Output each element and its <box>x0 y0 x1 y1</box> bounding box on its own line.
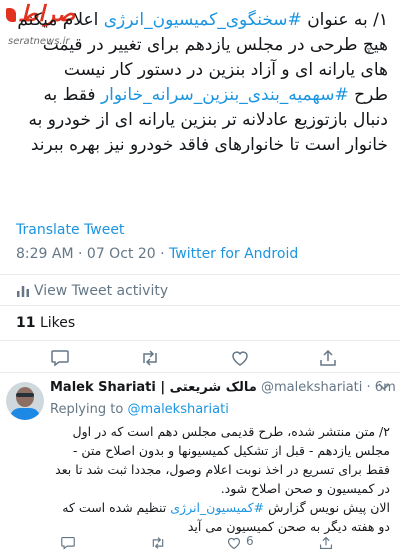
likes-count[interactable]: 11 Likes <box>16 315 75 331</box>
reply-tweet[interactable]: Malek Shariati | مالک شریعتی @malekshari… <box>0 372 400 557</box>
reply-actions: 6 <box>0 534 400 554</box>
tweet-paragraph-1: ۱/ به عنوان #سخنگوی_کمیسیون_انرژی اعلام … <box>14 8 388 83</box>
reply-text-segment: الان پیش نویس گزارش <box>264 500 390 515</box>
like-icon[interactable] <box>226 536 242 550</box>
divider <box>0 274 400 275</box>
tweet-actions <box>0 343 400 373</box>
likes-label: Likes <box>39 315 76 331</box>
hashtag-link[interactable]: #سخنگوی_کمیسیون_انرژی <box>104 10 302 30</box>
avatar-head <box>16 387 34 407</box>
activity-chart-icon <box>17 286 29 297</box>
share-icon[interactable] <box>318 349 338 367</box>
reply-paragraph-1: ۲/ متن منتشر شده، طرح قدیمی مجلس دهم است… <box>55 424 390 496</box>
meta-separator: · <box>73 246 87 262</box>
avatar-body <box>10 408 40 420</box>
chevron-down-icon[interactable] <box>378 382 390 392</box>
reply-icon[interactable] <box>50 349 70 367</box>
divider <box>0 340 400 341</box>
reply-text: ۲/ متن منتشر شده، طرح قدیمی مجلس دهم است… <box>48 422 390 536</box>
retweet-icon[interactable] <box>140 349 160 367</box>
activity-label: View Tweet activity <box>34 283 169 299</box>
reply-author-name[interactable]: Malek Shariati | مالک شریعتی <box>50 380 257 395</box>
hashtag-link[interactable]: #کمیسیون_انرژی <box>170 500 264 515</box>
share-icon[interactable] <box>318 536 334 550</box>
tweet-text: ۱/ به عنوان #سخنگوی_کمیسیون_انرژی اعلام … <box>14 8 388 158</box>
reply-separator: · <box>362 380 375 395</box>
hashtag-link[interactable]: #سهمیه_بندی_بنزین_سرانه_خانوار <box>101 85 349 105</box>
meta-separator: · <box>155 246 170 262</box>
view-tweet-activity-button[interactable]: View Tweet activity <box>16 283 168 299</box>
replying-to: Replying to @malekshariati <box>50 402 229 417</box>
avatar[interactable] <box>6 382 44 420</box>
divider <box>0 305 400 306</box>
tweet-paragraph-2: طرح #سهمیه_بندی_بنزین_سرانه_خانوار فقط ب… <box>14 83 388 158</box>
reply-like-count: 6 <box>246 534 254 548</box>
reply-header: Malek Shariati | مالک شریعتی @malekshari… <box>50 380 396 395</box>
retweet-icon[interactable] <box>150 536 166 550</box>
likes-number: 11 <box>16 315 36 331</box>
tweet-date: 07 Oct 20 <box>86 246 156 262</box>
tweet-client-link[interactable]: Twitter for Android <box>169 246 298 262</box>
translate-tweet-link[interactable]: Translate Tweet <box>16 222 124 238</box>
tweet-time: 8:29 AM <box>16 246 74 262</box>
replying-to-link[interactable]: @malekshariati <box>127 402 228 417</box>
reply-paragraph-2: الان پیش نویس گزارش #کمیسیون_انرژی تنظیم… <box>48 498 390 536</box>
tweet-text-segment: ۱/ به عنوان <box>301 10 388 30</box>
replying-prefix: Replying to <box>50 402 128 417</box>
like-icon[interactable] <box>230 349 250 367</box>
reply-author-handle[interactable]: @malekshariati <box>261 380 362 395</box>
avatar-glasses <box>16 393 34 397</box>
reply-icon[interactable] <box>60 536 76 550</box>
tweet-meta: 8:29 AM · 07 Oct 20 · Twitter for Androi… <box>16 246 298 262</box>
tweet-text-segment: طرح <box>348 85 388 105</box>
